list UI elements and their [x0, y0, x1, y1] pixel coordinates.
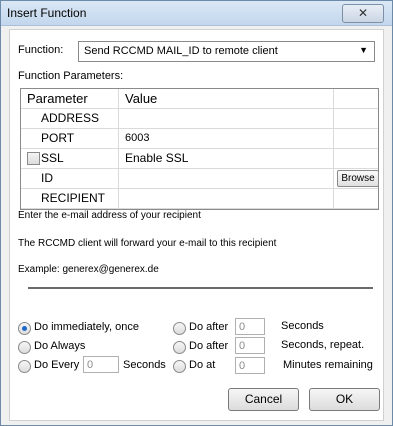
- function-parameters-label: Function Parameters:: [18, 70, 124, 82]
- label-do-after-seconds[interactable]: Do after: [189, 321, 228, 333]
- radio-do-immediately[interactable]: [18, 322, 31, 335]
- description-line-3: Example: generex@generex.de: [18, 264, 159, 275]
- chevron-down-icon[interactable]: ▼: [359, 45, 368, 55]
- do-at-input[interactable]: 0: [235, 357, 265, 374]
- label-do-at[interactable]: Do at: [189, 359, 215, 371]
- description-line-2: The RCCMD client will forward your e-mai…: [18, 238, 277, 249]
- do-after-repeat-input[interactable]: 0: [235, 337, 265, 354]
- label-do-at-unit: Minutes remaining: [283, 359, 373, 371]
- column-header-value[interactable]: Value: [119, 89, 334, 108]
- table-row[interactable]: RECIPIENT: [21, 189, 378, 209]
- do-every-input[interactable]: 0: [83, 356, 119, 373]
- function-select-value: Send RCCMD MAIL_ID to remote client: [84, 45, 278, 57]
- grid-header-row: Parameter Value: [21, 89, 378, 109]
- description-line-1: Enter the e-mail address of your recipie…: [18, 210, 201, 221]
- parameters-grid: Parameter Value ADDRESS PORT 6003 SSL En: [20, 88, 379, 210]
- window-title: Insert Function: [7, 6, 87, 20]
- label-do-every[interactable]: Do Every: [34, 359, 79, 371]
- ssl-checkbox[interactable]: [27, 152, 40, 165]
- do-after-seconds-input[interactable]: 0: [235, 318, 265, 335]
- label-do-immediately[interactable]: Do immediately, once: [34, 321, 139, 333]
- label-do-after-repeat[interactable]: Do after: [189, 340, 228, 352]
- param-value[interactable]: [119, 169, 334, 188]
- param-value[interactable]: 6003: [119, 129, 334, 148]
- param-value[interactable]: [119, 189, 334, 208]
- label-do-after-repeat-unit: Seconds, repeat.: [281, 339, 365, 351]
- function-select[interactable]: Send RCCMD MAIL_ID to remote client ▼: [78, 41, 375, 62]
- radio-do-after-repeat[interactable]: [173, 341, 186, 354]
- param-name: ADDRESS: [21, 109, 119, 128]
- param-name: PORT: [21, 129, 119, 148]
- insert-function-window: Insert Function ✕ Function: Send RCCMD M…: [0, 0, 393, 426]
- param-name: SSL: [21, 149, 119, 168]
- cancel-button[interactable]: Cancel: [228, 388, 299, 411]
- param-value[interactable]: [119, 109, 334, 128]
- radio-do-at[interactable]: [173, 360, 186, 373]
- divider: [28, 287, 373, 289]
- param-name: ID: [21, 169, 119, 188]
- param-value[interactable]: Enable SSL: [119, 149, 334, 168]
- label-do-every-unit: Seconds: [123, 359, 166, 371]
- column-header-parameter[interactable]: Parameter: [21, 89, 119, 108]
- ok-button[interactable]: OK: [309, 388, 380, 411]
- param-name: RECIPIENT: [21, 189, 119, 208]
- function-label: Function:: [18, 44, 64, 56]
- param-name-text: SSL: [41, 151, 64, 165]
- radio-do-every[interactable]: [18, 360, 31, 373]
- table-row[interactable]: ADDRESS: [21, 109, 378, 129]
- browse-button[interactable]: Browse: [337, 170, 378, 187]
- column-header-extra: [334, 89, 378, 108]
- close-button[interactable]: ✕: [342, 4, 384, 23]
- table-row[interactable]: SSL Enable SSL: [21, 149, 378, 169]
- table-row[interactable]: ID Browse: [21, 169, 378, 189]
- dialog-body: Function: Send RCCMD MAIL_ID to remote c…: [9, 29, 384, 421]
- radio-do-after-seconds[interactable]: [173, 322, 186, 335]
- table-row[interactable]: PORT 6003: [21, 129, 378, 149]
- close-icon: ✕: [357, 6, 369, 20]
- title-bar: Insert Function ✕: [1, 1, 392, 26]
- label-do-after-seconds-unit: Seconds: [281, 320, 324, 332]
- label-do-always[interactable]: Do Always: [34, 340, 85, 352]
- radio-do-always[interactable]: [18, 341, 31, 354]
